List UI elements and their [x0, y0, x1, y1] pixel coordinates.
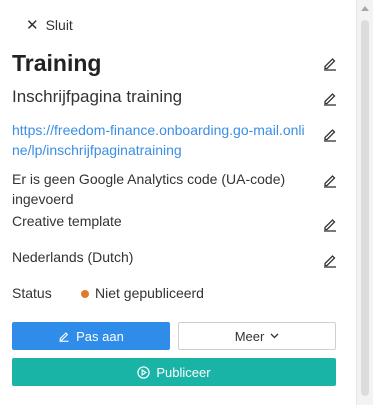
close-icon: ✕ — [26, 16, 39, 34]
status-value: Niet gepubliceerd — [95, 285, 204, 301]
edit-template-icon[interactable] — [322, 216, 338, 232]
publish-button-label: Publiceer — [156, 364, 211, 380]
chevron-down-icon — [270, 333, 279, 339]
edit-subtitle-icon[interactable] — [322, 90, 338, 106]
status-dot — [81, 290, 89, 298]
page-title: Training — [12, 50, 102, 76]
page-subtitle: Inschrijfpagina training — [12, 87, 183, 106]
play-circle-icon — [137, 365, 151, 379]
publish-button[interactable]: Publiceer — [12, 358, 336, 386]
edit-button-label: Pas aan — [76, 328, 124, 344]
edit-language-icon[interactable] — [322, 252, 338, 268]
analytics-text: Er is geen Google Analytics code (UA-cod… — [12, 171, 286, 207]
edit-title-icon[interactable] — [322, 55, 338, 71]
status-label: Status — [12, 285, 52, 301]
close-label: Sluit — [45, 17, 73, 33]
language-text: Nederlands (Dutch) — [12, 249, 134, 265]
scroll-thumb[interactable] — [361, 20, 369, 396]
edit-url-icon[interactable] — [322, 126, 338, 142]
page-url-link[interactable]: https://freedom-finance.onboarding.go-ma… — [12, 120, 312, 160]
pencil-icon — [58, 330, 70, 342]
vertical-scrollbar[interactable] — [356, 0, 373, 405]
scroll-up-arrow-icon[interactable] — [361, 6, 369, 11]
detail-panel: ✕ Sluit Training Inschrijfpagina trainin… — [0, 0, 356, 405]
close-button[interactable]: ✕ Sluit — [26, 15, 73, 35]
template-text: Creative template — [12, 213, 122, 229]
edit-analytics-icon[interactable] — [322, 172, 338, 188]
more-button-label: Meer — [234, 328, 265, 344]
more-button[interactable]: Meer — [178, 322, 336, 350]
edit-button[interactable]: Pas aan — [12, 322, 170, 350]
